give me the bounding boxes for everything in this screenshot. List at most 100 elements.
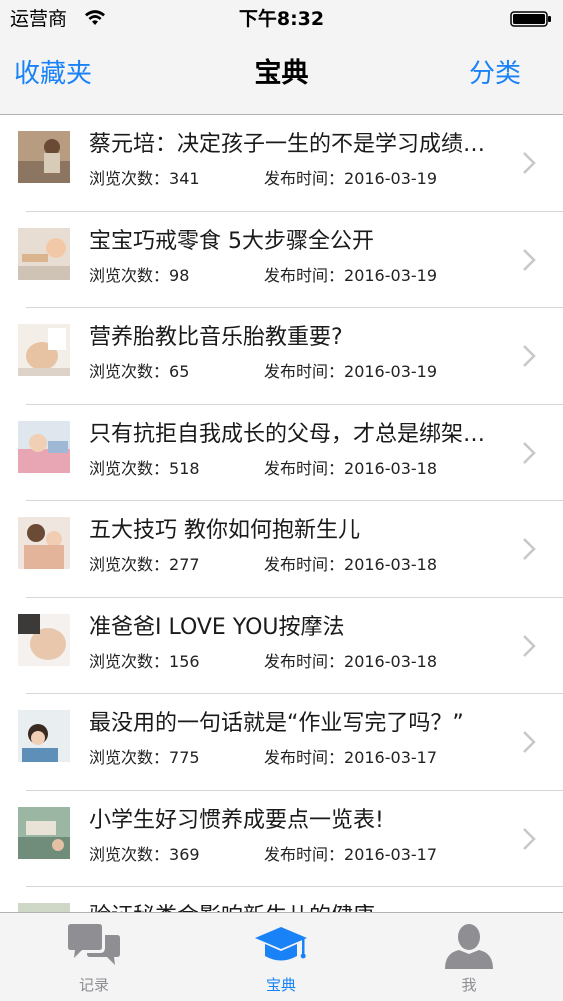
article-row[interactable]: 只有抗拒自我成长的父母，才总是绑架… 浏览次数：518 发布时间：2016-03… <box>0 405 563 501</box>
status-bar: 运营商 下午8:32 <box>0 0 563 38</box>
article-thumbnail <box>18 517 70 569</box>
article-thumbnail <box>18 131 70 183</box>
chevron-right-icon <box>523 538 536 560</box>
article-thumbnail <box>18 324 70 376</box>
person-icon <box>445 924 493 969</box>
article-thumbnail <box>18 420 70 473</box>
date-value: 2016-03-19 <box>344 169 437 188</box>
article-title: 验证秘类会影响新生儿的健康 <box>89 901 529 912</box>
views-label: 浏览次数： <box>89 265 170 285</box>
views-label: 浏览次数： <box>89 362 170 381</box>
tab-records[interactable]: 记录 <box>0 913 188 1001</box>
date-value: 2016-03-19 <box>344 265 437 285</box>
view-count: 浏览次数：369 <box>89 843 200 867</box>
article-row[interactable]: 准爸爸I LOVE YOU按摩法 浏览次数：156 发布时间：2016-03-1… <box>0 598 563 694</box>
views-label: 浏览次数： <box>89 555 170 574</box>
date-value: 2016-03-19 <box>344 362 437 381</box>
article-thumbnail <box>18 806 70 859</box>
views-value: 369 <box>169 844 200 864</box>
views-label: 浏览次数： <box>89 169 170 188</box>
date-label: 发布时间： <box>264 844 345 864</box>
view-count: 浏览次数：98 <box>89 264 189 288</box>
tab-bar: 记录 宝典 我 <box>0 912 563 1001</box>
tab-label: 宝典 <box>265 976 296 994</box>
date-label: 发布时间： <box>264 651 345 671</box>
view-count: 浏览次数：518 <box>89 457 200 481</box>
chevron-right-icon <box>523 827 536 850</box>
favorites-button[interactable]: 收藏夹 <box>14 56 92 92</box>
tab-label: 记录 <box>78 976 109 994</box>
view-count: 浏览次数：277 <box>89 553 200 577</box>
date-label: 发布时间： <box>264 748 345 767</box>
views-value: 65 <box>169 362 190 381</box>
article-thumbnail <box>18 613 70 666</box>
view-count: 浏览次数：65 <box>89 360 189 384</box>
date-value: 2016-03-18 <box>344 555 437 574</box>
navigation-bar: 收藏夹 宝典 分类 <box>0 38 563 115</box>
chevron-right-icon <box>523 441 536 464</box>
chevron-right-icon <box>523 345 536 367</box>
article-thumbnail <box>18 710 70 762</box>
tab-label: 我 <box>461 976 477 994</box>
article-title: 五大技巧 教你如何抱新生儿 <box>89 518 360 543</box>
views-value: 156 <box>169 651 200 671</box>
article-row[interactable]: 五大技巧 教你如何抱新生儿 浏览次数：277 发布时间：2016-03-18 <box>0 501 563 598</box>
battery-icon <box>510 11 551 27</box>
category-button[interactable]: 分类 <box>469 56 521 92</box>
views-value: 518 <box>169 458 200 478</box>
views-label: 浏览次数： <box>89 458 170 478</box>
chevron-right-icon <box>523 634 536 657</box>
article-title: 蔡元培：决定孩子一生的不是学习成绩… <box>89 132 486 157</box>
date-value: 2016-03-18 <box>344 458 437 478</box>
date-label: 发布时间： <box>264 265 345 285</box>
article-title: 只有抗拒自我成长的父母，才总是绑架… <box>89 421 486 447</box>
publish-date: 发布时间：2016-03-18 <box>264 650 437 674</box>
views-value: 775 <box>169 748 200 767</box>
article-title: 最没用的一句话就是“作业写完了吗？” <box>89 711 464 736</box>
views-value: 341 <box>169 169 200 188</box>
publish-date: 发布时间：2016-03-17 <box>264 843 437 867</box>
chevron-right-icon <box>523 248 536 271</box>
view-count: 浏览次数：775 <box>89 746 200 770</box>
date-label: 发布时间： <box>264 458 345 478</box>
date-value: 2016-03-17 <box>344 844 437 864</box>
publish-date: 发布时间：2016-03-17 <box>264 746 437 770</box>
article-row[interactable]: 宝宝巧戒零食 5大步骤全公开 浏览次数：98 发布时间：2016-03-19 <box>0 212 563 308</box>
article-row[interactable]: 营养胎教比音乐胎教重要? 浏览次数：65 发布时间：2016-03-19 <box>0 308 563 405</box>
chevron-right-icon <box>523 152 536 174</box>
publish-date: 发布时间：2016-03-19 <box>264 360 437 384</box>
article-list[interactable]: 蔡元培：决定孩子一生的不是学习成绩… 浏览次数：341 发布时间：2016-03… <box>0 115 563 912</box>
publish-date: 发布时间：2016-03-18 <box>264 553 437 577</box>
date-value: 2016-03-18 <box>344 651 437 671</box>
date-label: 发布时间： <box>264 362 345 381</box>
tab-handbook[interactable]: 宝典 <box>187 913 375 1001</box>
view-count: 浏览次数：341 <box>89 167 200 191</box>
views-value: 277 <box>169 555 200 574</box>
date-label: 发布时间： <box>264 169 345 188</box>
article-row[interactable]: 最没用的一句话就是“作业写完了吗？” 浏览次数：775 发布时间：2016-03… <box>0 694 563 791</box>
date-label: 发布时间： <box>264 555 345 574</box>
article-title: 营养胎教比音乐胎教重要? <box>89 325 343 350</box>
article-row[interactable]: 小学生好习惯养成要点一览表! 浏览次数：369 发布时间：2016-03-17 <box>0 791 563 887</box>
status-time: 下午8:32 <box>238 8 325 30</box>
graduation-cap-icon <box>255 927 307 961</box>
chevron-right-icon <box>523 731 536 753</box>
article-thumbnail <box>18 227 70 280</box>
views-label: 浏览次数： <box>89 844 170 864</box>
date-value: 2016-03-17 <box>344 748 437 767</box>
publish-date: 发布时间：2016-03-19 <box>264 264 437 288</box>
views-value: 98 <box>169 265 190 285</box>
article-row[interactable]: 蔡元培：决定孩子一生的不是学习成绩… 浏览次数：341 发布时间：2016-03… <box>0 115 563 212</box>
view-count: 浏览次数：156 <box>89 650 200 674</box>
article-title: 小学生好习惯养成要点一览表! <box>89 807 384 833</box>
publish-date: 发布时间：2016-03-18 <box>264 457 437 481</box>
chat-bubbles-icon <box>68 924 120 965</box>
views-label: 浏览次数： <box>89 651 170 671</box>
article-thumbnail <box>18 903 70 912</box>
views-label: 浏览次数： <box>89 748 170 767</box>
article-row[interactable]: 验证秘类会影响新生儿的健康 <box>0 887 563 912</box>
tab-me[interactable]: 我 <box>375 913 563 1001</box>
article-title: 宝宝巧戒零食 5大步骤全公开 <box>89 228 374 254</box>
publish-date: 发布时间：2016-03-19 <box>264 167 437 191</box>
article-title: 准爸爸I LOVE YOU按摩法 <box>89 614 345 640</box>
